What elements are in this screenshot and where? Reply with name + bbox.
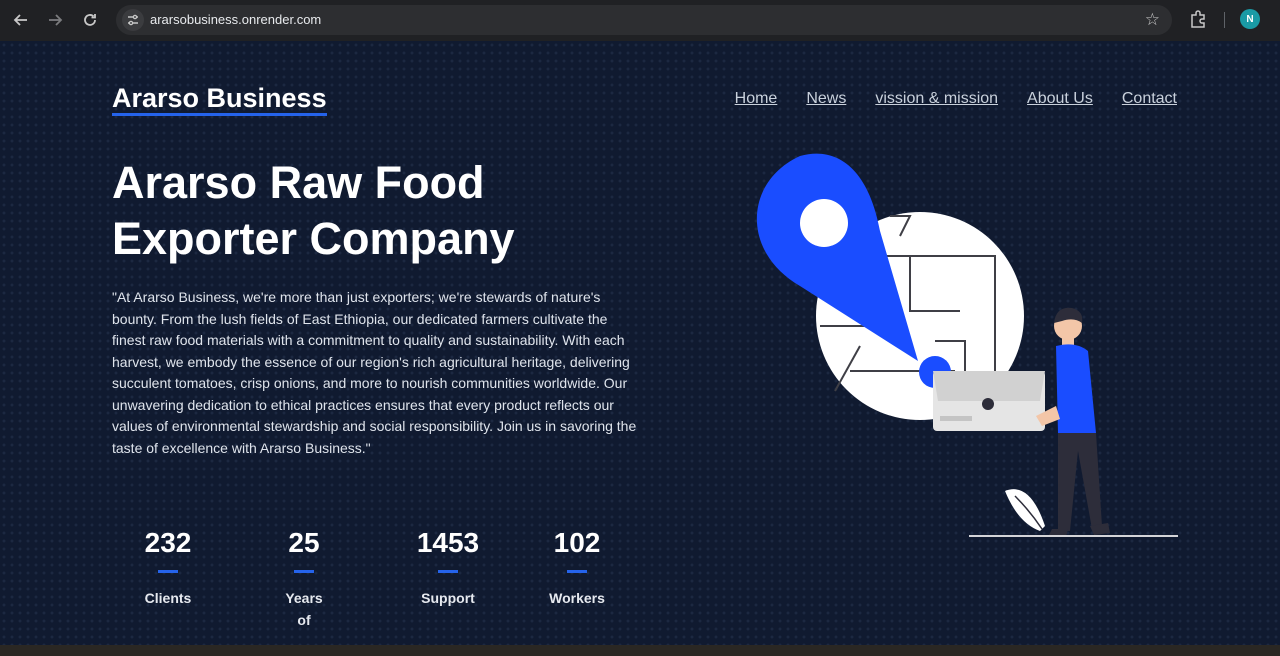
location-delivery-illustration [756,153,1178,537]
stat-underline [438,570,458,573]
stat-label: Support [421,590,475,606]
stat-label: Workers [549,590,605,606]
stat-years: 25 Years of [244,526,364,631]
forward-arrow-icon[interactable] [44,9,66,31]
bookmark-star-icon[interactable]: ☆ [1145,10,1160,30]
stat-underline [567,570,587,573]
stat-label: Clients [144,590,192,606]
profile-avatar[interactable]: N [1240,9,1260,29]
brand-logo-link[interactable]: Ararso Business [112,83,327,116]
stat-clients: 232 Clients [108,526,228,609]
person-figure [1036,307,1110,537]
address-bar[interactable]: ararsobusiness.onrender.com ☆ [116,5,1172,35]
main-nav: Home News vission & mission About Us Con… [735,90,1177,108]
page-content: Ararso Business Home News vission & miss… [0,41,1280,645]
stat-underline [294,570,314,573]
site-settings-icon[interactable] [122,9,144,31]
nav-vision-mission[interactable]: vission & mission [875,90,998,108]
url-text[interactable]: ararsobusiness.onrender.com [150,12,321,27]
headline-line-1: Ararso Raw Food [112,157,485,208]
nav-home[interactable]: Home [735,90,778,108]
stat-underline [158,570,178,573]
stat-value: 232 [144,527,192,558]
browser-toolbar: ararsobusiness.onrender.com ☆ N [0,0,1280,41]
taskbar-edge [0,645,1280,656]
nav-news[interactable]: News [806,90,846,108]
stat-workers: 102 Workers [517,526,637,609]
pin-hole [800,199,848,247]
stat-value: 1453 [416,527,480,558]
hero-paragraph: "At Ararso Business, we're more than jus… [112,289,637,456]
hero-headline: Ararso Raw Food Exporter Company [112,155,632,267]
nav-about-us[interactable]: About Us [1027,90,1093,108]
nav-contact[interactable]: Contact [1122,90,1177,108]
stat-label: Years of [285,590,323,628]
back-arrow-icon[interactable] [10,9,32,31]
toolbar-divider [1224,12,1225,28]
headline-line-2: Exporter Company [112,213,515,264]
reload-icon[interactable] [79,9,101,31]
extensions-puzzle-icon[interactable] [1188,9,1210,31]
stat-value: 25 [288,527,320,558]
stat-support: 1453 Support [388,526,508,609]
stat-value: 102 [553,527,601,558]
